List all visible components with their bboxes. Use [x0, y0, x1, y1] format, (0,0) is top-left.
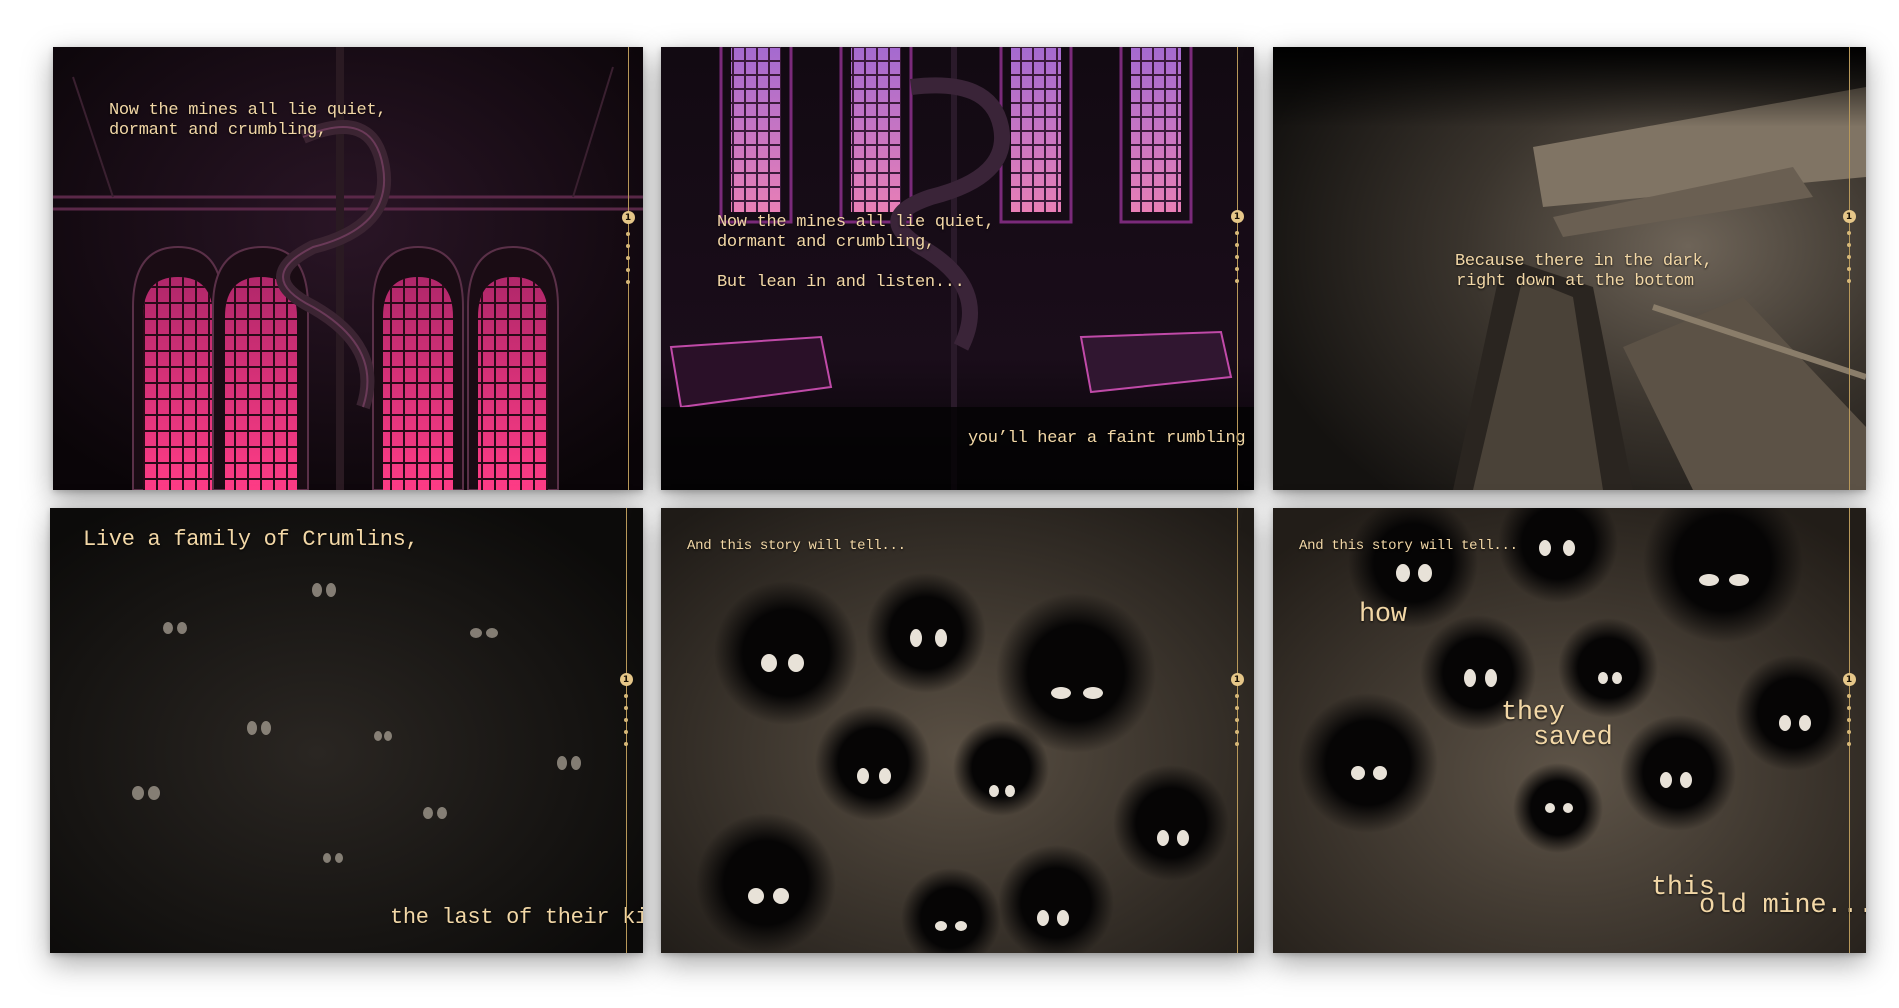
- page-dot[interactable]: [1235, 243, 1239, 247]
- page-number-badge[interactable]: 1: [1230, 673, 1244, 686]
- caption-word: old mine...: [1699, 891, 1866, 921]
- page-dot[interactable]: [626, 268, 630, 272]
- page-dot[interactable]: [1235, 694, 1239, 698]
- caption-top: Live a family of Crumlins,: [83, 527, 419, 552]
- scene-eyes-in-dark: [50, 508, 643, 953]
- page-dot[interactable]: [626, 280, 630, 284]
- story-panel-5[interactable]: And this story will tell... 1: [661, 508, 1254, 953]
- page-dot[interactable]: [1847, 279, 1851, 283]
- page-indicator[interactable]: 1: [1223, 673, 1251, 746]
- page-dot[interactable]: [1235, 730, 1239, 734]
- page-dot[interactable]: [624, 706, 628, 710]
- caption-word: how: [1359, 600, 1407, 630]
- page-dot[interactable]: [1235, 255, 1239, 259]
- page-dot[interactable]: [624, 718, 628, 722]
- caption-bottom: the last of their kind...: [390, 905, 643, 930]
- caption: Now the mines all lie quiet, dormant and…: [717, 213, 995, 292]
- caption: Now the mines all lie quiet, dormant and…: [109, 101, 387, 140]
- page-dot[interactable]: [1847, 243, 1851, 247]
- page-number-badge[interactable]: 1: [1230, 210, 1244, 223]
- page-dot[interactable]: [626, 232, 630, 236]
- caption-bottom: you’ll hear a faint rumbling: [968, 429, 1246, 448]
- page-number-badge[interactable]: 1: [1842, 673, 1856, 686]
- page-number-badge[interactable]: 1: [621, 211, 635, 224]
- page-dot[interactable]: [1235, 267, 1239, 271]
- caption: Because there in the dark, right down at…: [1455, 252, 1713, 291]
- caption: And this story will tell...: [687, 538, 906, 554]
- story-panel-1[interactable]: Now the mines all lie quiet, dormant and…: [53, 47, 643, 490]
- story-panel-4[interactable]: Live a family of Crumlins, the last of t…: [50, 508, 643, 953]
- page-indicator[interactable]: 1: [614, 211, 642, 284]
- page-dot[interactable]: [1235, 718, 1239, 722]
- page-dot[interactable]: [1847, 730, 1851, 734]
- page-dot[interactable]: [624, 694, 628, 698]
- page-dot[interactable]: [626, 244, 630, 248]
- page-indicator[interactable]: 1: [612, 673, 640, 746]
- scene-crumlins-gathered: [661, 508, 1254, 953]
- page-dot[interactable]: [1847, 718, 1851, 722]
- page-number-badge[interactable]: 1: [1842, 210, 1856, 223]
- page-dot[interactable]: [624, 742, 628, 746]
- page-indicator[interactable]: 1: [1223, 210, 1251, 283]
- page-dot[interactable]: [1847, 255, 1851, 259]
- page-dot[interactable]: [1847, 742, 1851, 746]
- page-dot[interactable]: [1235, 706, 1239, 710]
- page-dot[interactable]: [624, 730, 628, 734]
- page-dot[interactable]: [1847, 706, 1851, 710]
- page-indicator[interactable]: 1: [1835, 210, 1863, 283]
- page-dot[interactable]: [1235, 279, 1239, 283]
- page-dot[interactable]: [1847, 231, 1851, 235]
- story-panel-2[interactable]: Now the mines all lie quiet, dormant and…: [661, 47, 1254, 490]
- caption: And this story will tell...: [1299, 538, 1518, 554]
- page-indicator[interactable]: 1: [1835, 673, 1863, 746]
- page-dot[interactable]: [1235, 231, 1239, 235]
- page-number-badge[interactable]: 1: [619, 673, 633, 686]
- page-dot[interactable]: [1847, 694, 1851, 698]
- page-dot[interactable]: [1235, 742, 1239, 746]
- page-dot[interactable]: [1847, 267, 1851, 271]
- story-panel-3[interactable]: Because there in the dark, right down at…: [1273, 47, 1866, 490]
- caption-word: saved: [1533, 723, 1613, 753]
- story-panel-6[interactable]: And this story will tell... how they sav…: [1273, 508, 1866, 953]
- page-dot[interactable]: [626, 256, 630, 260]
